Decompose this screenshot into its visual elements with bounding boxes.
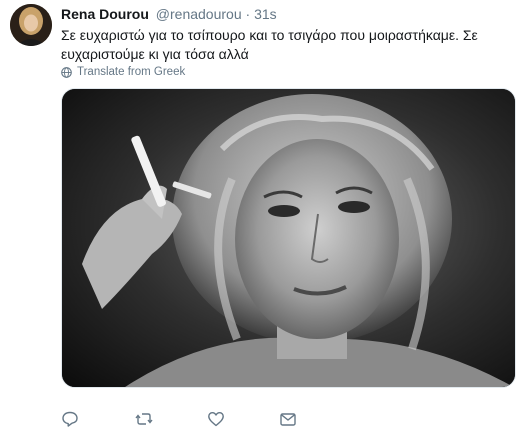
retweet-icon[interactable] bbox=[135, 410, 153, 428]
globe-icon bbox=[61, 66, 72, 78]
tweet: Rena Dourou @renadourou · 31s Σε ευχαρισ… bbox=[0, 0, 525, 438]
tweet-photo[interactable] bbox=[61, 88, 516, 388]
translate-link[interactable]: Translate from Greek bbox=[61, 66, 185, 78]
separator-dot: · bbox=[245, 6, 251, 22]
author-handle[interactable]: @renadourou bbox=[156, 6, 242, 22]
translate-label: Translate from Greek bbox=[77, 66, 186, 78]
avatar[interactable] bbox=[10, 4, 52, 46]
tweet-header: Rena Dourou @renadourou · 31s bbox=[61, 5, 277, 23]
tweet-actions bbox=[61, 410, 361, 432]
author-name[interactable]: Rena Dourou bbox=[61, 6, 149, 22]
tweet-text: Σε ευχαριστώ για το τσίπουρο και το τσιγ… bbox=[61, 27, 478, 62]
envelope-icon[interactable] bbox=[279, 410, 297, 428]
timestamp[interactable]: 31s bbox=[254, 6, 277, 22]
heart-icon[interactable] bbox=[207, 410, 225, 428]
reply-icon[interactable] bbox=[61, 410, 79, 428]
